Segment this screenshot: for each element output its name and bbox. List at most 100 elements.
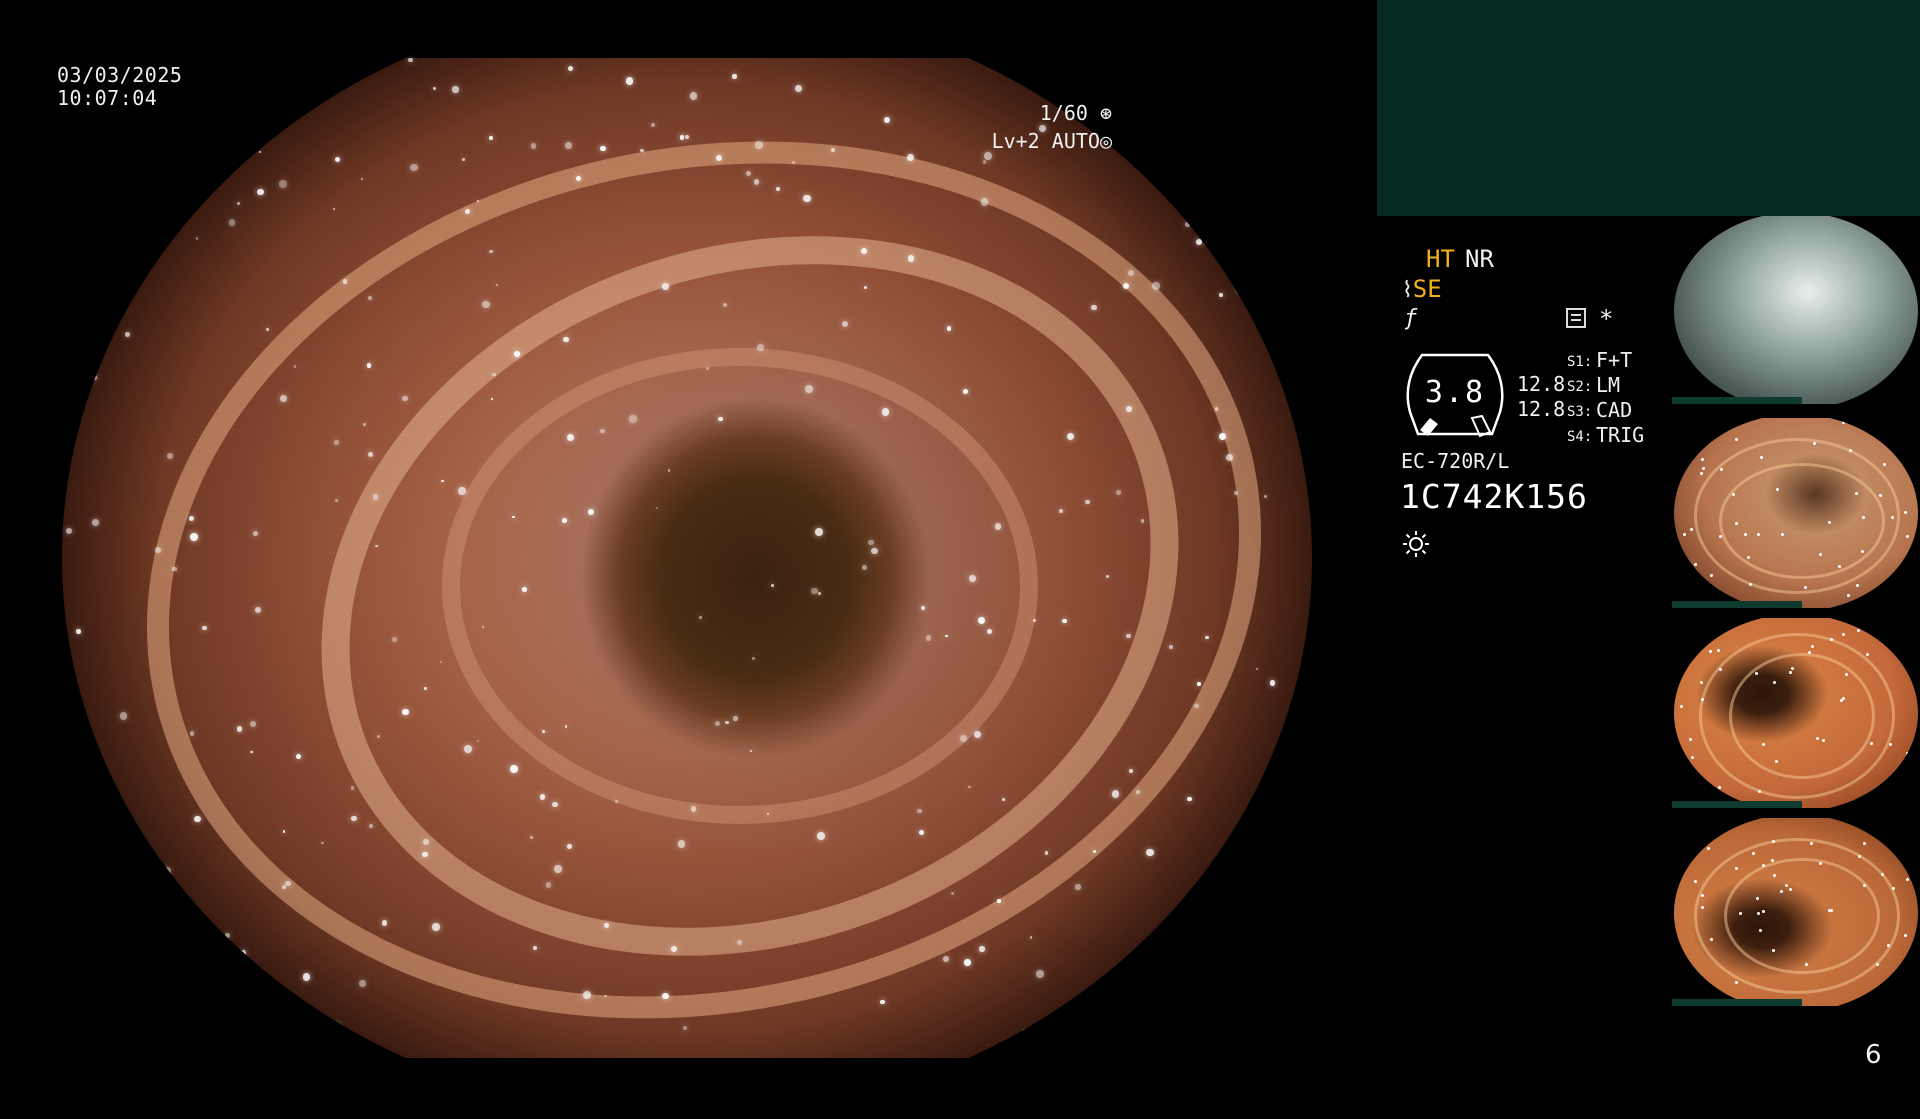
glint — [533, 945, 538, 950]
glint — [1876, 963, 1880, 967]
glint — [361, 177, 364, 180]
glint — [1706, 847, 1710, 851]
glint — [530, 143, 537, 149]
glint — [79, 185, 87, 192]
glint — [599, 428, 605, 434]
switch-2-value: LM — [1596, 373, 1621, 397]
glint — [462, 157, 465, 161]
glint — [600, 145, 606, 152]
glint — [925, 635, 932, 641]
glint — [1677, 623, 1681, 627]
glint — [732, 74, 738, 80]
glint — [366, 363, 371, 368]
glint — [968, 574, 976, 582]
glint — [529, 836, 533, 839]
glint — [1228, 64, 1233, 69]
glint — [1709, 650, 1713, 654]
glint — [1904, 511, 1908, 515]
switch-1-label: S1: — [1567, 354, 1593, 370]
glint — [1818, 552, 1822, 556]
glint — [254, 607, 261, 614]
iris-mode: AUTO — [1051, 129, 1100, 153]
glint — [566, 843, 572, 849]
iris-icon: ◎ — [1099, 129, 1112, 153]
glint — [567, 66, 573, 72]
glint — [1860, 420, 1864, 424]
glint — [1827, 521, 1831, 525]
glint — [1262, 317, 1270, 326]
capture-thumbnail-1[interactable] — [1672, 216, 1920, 404]
glint — [278, 179, 287, 188]
glint — [979, 946, 985, 952]
glint — [350, 786, 355, 790]
glint — [1146, 848, 1154, 856]
glint — [1701, 466, 1705, 470]
glint — [312, 64, 317, 69]
glint — [183, 144, 190, 151]
glint — [1857, 629, 1861, 633]
glint — [629, 415, 637, 423]
capture-thumbnail-4[interactable] — [1672, 818, 1920, 1006]
glint — [1892, 887, 1896, 891]
glint — [279, 395, 287, 403]
glint — [377, 734, 380, 738]
glint — [1682, 533, 1686, 536]
glint — [1784, 883, 1788, 887]
switch-3-value: CAD — [1596, 398, 1633, 422]
page-number: 6 — [1865, 1040, 1882, 1070]
glint — [1858, 854, 1861, 858]
glint — [1775, 487, 1779, 491]
glint — [831, 147, 836, 152]
info-panel-header — [1377, 0, 1920, 216]
time-text: 10:07:04 — [57, 86, 158, 110]
sun-icon — [1403, 531, 1429, 557]
glint — [749, 749, 752, 752]
glint — [440, 479, 444, 483]
glint — [1255, 668, 1258, 671]
capture-thumbnail-2[interactable] — [1672, 418, 1920, 608]
glint — [522, 587, 527, 592]
glint — [463, 745, 472, 753]
glint — [1882, 462, 1886, 466]
glint — [1675, 452, 1679, 456]
glint — [906, 154, 914, 161]
glint — [512, 515, 515, 518]
glint — [422, 851, 428, 858]
se-symbol: ⌇ — [1402, 278, 1413, 303]
switch-3-label: S3: — [1567, 404, 1593, 420]
glint — [1115, 490, 1121, 496]
glint — [1218, 432, 1226, 440]
glint — [1848, 449, 1852, 453]
glint — [476, 199, 479, 202]
glint — [163, 867, 172, 876]
capture-thumbnail-3[interactable] — [1672, 618, 1920, 808]
glint — [510, 764, 518, 773]
glint — [76, 629, 81, 634]
glint — [1140, 519, 1145, 523]
glint — [651, 123, 655, 127]
glint — [1693, 562, 1697, 566]
glint — [1841, 696, 1845, 700]
glint — [189, 731, 194, 736]
glint — [452, 86, 459, 93]
glint — [884, 116, 891, 123]
glint — [1772, 873, 1776, 877]
glint — [1760, 455, 1764, 459]
glint — [402, 396, 408, 402]
glint — [733, 716, 738, 721]
glint — [1746, 556, 1750, 560]
glint — [432, 86, 437, 91]
glint — [143, 158, 149, 163]
glint — [91, 518, 99, 526]
shutter-icon: ⊛ — [1087, 101, 1112, 125]
glint — [1749, 582, 1753, 586]
glint — [1863, 841, 1867, 845]
glint — [1001, 797, 1005, 801]
switch-4-label: S4: — [1567, 429, 1593, 445]
glint — [755, 141, 763, 149]
glint — [1058, 508, 1063, 513]
glint — [1205, 635, 1209, 639]
glint — [670, 946, 677, 953]
gauge-side-top: 12.8 — [1517, 372, 1566, 396]
glint — [973, 730, 981, 738]
